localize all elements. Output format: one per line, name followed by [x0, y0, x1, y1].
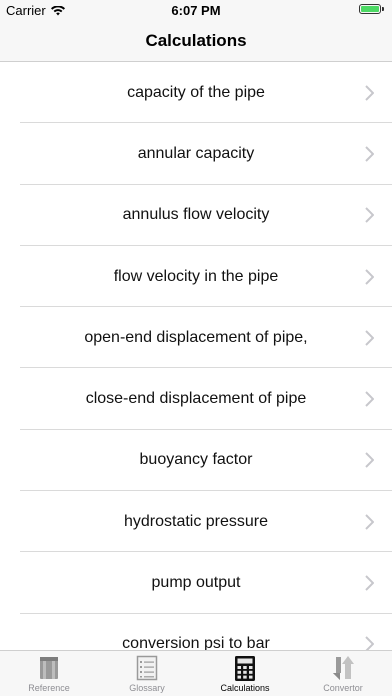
- calculations-list[interactable]: capacity of the pipe annular capacity an…: [0, 62, 392, 650]
- tab-label: Glossary: [129, 683, 165, 693]
- tab-label: Calculations: [220, 683, 270, 693]
- list-item-label: conversion psi to bar: [122, 635, 270, 650]
- list-item-label: hydrostatic pressure: [123, 512, 269, 530]
- chevron-right-icon: [365, 452, 374, 469]
- tab-label: Convertor: [323, 683, 363, 693]
- list-document-icon: [134, 654, 160, 682]
- list-item[interactable]: annulus flow velocity: [0, 185, 392, 247]
- list-item-label: open-end displacement of pipe,: [84, 328, 308, 346]
- list-item-label: annular capacity: [137, 144, 255, 162]
- list-item-label: annulus flow velocity: [122, 206, 270, 224]
- navigation-bar: Calculations: [0, 20, 392, 62]
- list-item[interactable]: flow velocity in the pipe: [0, 246, 392, 308]
- battery-icon: [359, 4, 381, 14]
- battery-tip: [382, 7, 384, 11]
- list-item[interactable]: close-end displacement of pipe: [0, 368, 392, 431]
- battery-level: [361, 6, 379, 12]
- tab-glossary[interactable]: Glossary: [98, 651, 196, 696]
- list-item[interactable]: conversion psi to bar: [0, 614, 392, 650]
- book-icon: [36, 654, 62, 682]
- chevron-right-icon: [365, 268, 374, 285]
- list-item[interactable]: pump output: [0, 552, 392, 614]
- list-item-label: pump output: [151, 574, 241, 592]
- up-down-arrows-icon: [330, 654, 356, 682]
- chevron-right-icon: [365, 391, 374, 407]
- chevron-right-icon: [365, 575, 374, 591]
- chevron-right-icon: [365, 330, 374, 346]
- status-time: 6:07 PM: [171, 3, 221, 18]
- chevron-right-icon: [365, 84, 374, 101]
- chevron-right-icon: [365, 514, 374, 530]
- tab-label: Reference: [28, 683, 70, 693]
- status-right: [359, 4, 384, 14]
- status-bar: Carrier 6:07 PM: [0, 0, 392, 20]
- calculator-icon: [232, 654, 258, 682]
- list-item[interactable]: hydrostatic pressure: [0, 491, 392, 553]
- chevron-right-icon: [365, 207, 374, 223]
- chevron-right-icon: [365, 636, 374, 650]
- tab-convertor[interactable]: Convertor: [294, 651, 392, 696]
- app-screen: Carrier 6:07 PM Calculations capacity of…: [0, 0, 392, 696]
- list-item-label: close-end displacement of pipe: [85, 390, 307, 408]
- list-item-label: capacity of the pipe: [127, 83, 265, 101]
- chevron-right-icon: [365, 146, 374, 162]
- tab-calculations[interactable]: Calculations: [196, 651, 294, 696]
- list-item-label: flow velocity in the pipe: [113, 267, 279, 285]
- list-item[interactable]: capacity of the pipe: [0, 62, 392, 124]
- tab-bar: Reference Glossary Calculations Converto…: [0, 650, 392, 696]
- list-item-label: buoyancy factor: [139, 451, 253, 469]
- page-title: Calculations: [145, 31, 247, 50]
- list-item[interactable]: buoyancy factor: [0, 430, 392, 492]
- list-item[interactable]: annular capacity: [0, 123, 392, 185]
- list-item[interactable]: open-end displacement of pipe,: [0, 307, 392, 369]
- tab-reference[interactable]: Reference: [0, 651, 98, 696]
